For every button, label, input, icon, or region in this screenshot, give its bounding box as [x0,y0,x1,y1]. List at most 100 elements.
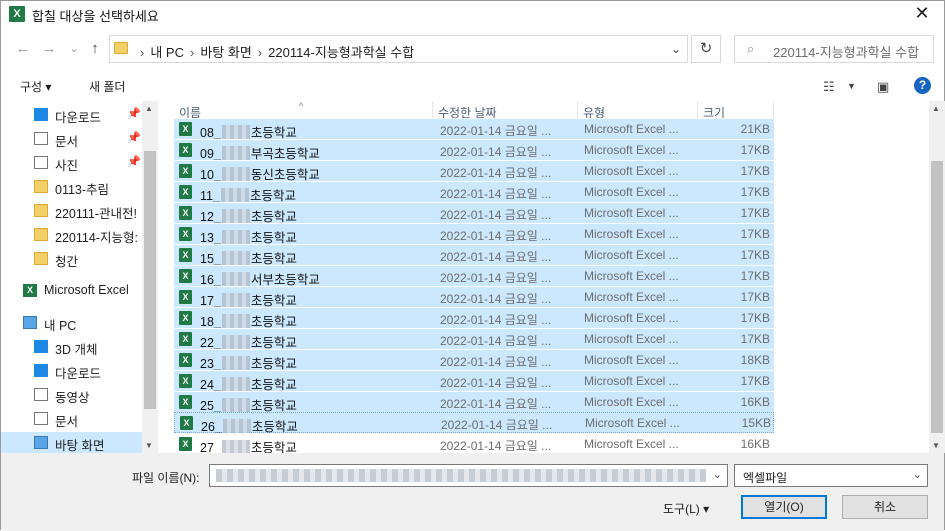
file-size: 17KB [740,185,770,199]
file-row[interactable]: X 22_ 초등학교 2022-01-14 금요일 ... Microsoft Exce… [174,328,774,350]
sidebar-item-label: Microsoft Excel [44,283,129,297]
folder-icon [34,228,48,241]
sidebar-item[interactable]: 내 PC [1,312,142,334]
file-name: 27_ 초등학교 [200,437,297,453]
folder-icon [34,252,48,265]
breadcrumb-desktop[interactable]: 바탕 화면 [200,45,251,60]
file-size: 17KB [740,269,770,283]
search-input[interactable]: 220114-지능형과학실 수합 [773,42,919,61]
new-folder-button[interactable]: 새 폴더 [89,78,125,95]
view-options-chevron-icon[interactable]: ▼ [847,81,856,91]
sidebar-item[interactable]: 220111-관내전! [1,200,142,222]
file-type: Microsoft Excel ... [584,374,679,388]
close-button[interactable]: ✕ [900,1,944,27]
file-row[interactable]: X 26_ 초등학교 2022-01-14 금요일 ... Microsoft Exce… [174,412,774,434]
file-name-suffix: 초등학교 [250,315,297,329]
file-row[interactable]: X 23_ 초등학교 2022-01-14 금요일 ... Microsoft Exce… [174,349,774,371]
file-name-suffix: 초등학교 [249,189,296,203]
file-type: Microsoft Excel ... [584,395,679,409]
sidebar-item[interactable]: 동영상 [1,384,142,406]
excel-file-icon: X [179,332,192,346]
up-arrow-icon[interactable]: ↑ [85,39,105,59]
tools-menu-button[interactable]: 도구(L) ▾ [663,500,709,517]
sidebar-item[interactable]: X Microsoft Excel [1,280,142,302]
refresh-button[interactable]: ↻ [691,35,721,63]
sidebar-item-label: 문서 [55,415,79,429]
file-name-prefix: 13_ [200,231,221,245]
file-row[interactable]: X 08_ 초등학교 2022-01-14 금요일 ... Microsoft Exce… [174,118,774,140]
file-size: 16KB [740,395,770,409]
file-type-select[interactable]: 엑셀파일 ⌄ [734,464,928,487]
cancel-button[interactable]: 취소 [842,495,928,519]
file-name-suffix: 초등학교 [250,378,297,392]
file-row[interactable]: X 18_ 초등학교 2022-01-14 금요일 ... Microsoft Exce… [174,307,774,329]
breadcrumb-my-pc[interactable]: 내 PC [150,45,184,60]
command-bar: 구성 ▾ 새 폴더 ☷ ▼ ▣ ? [1,71,944,101]
search-box[interactable]: ⌕ 220114-지능형과학실 수합 [734,35,934,63]
scrollbar-thumb[interactable] [931,161,943,433]
breadcrumb-current-folder[interactable]: 220114-지능형과학실 수합 [268,45,414,60]
redacted-text [221,167,250,181]
file-name-prefix: 10_ [200,168,221,182]
excel-file-icon: X [179,290,192,304]
navigation-pane-scrollbar[interactable]: ▲ ▼ [142,101,158,453]
file-name-suffix: 초등학교 [250,399,297,413]
help-icon[interactable]: ? [914,77,931,94]
file-row[interactable]: X 16_ 서부초등학교 2022-01-14 금요일 ... Microsoft Ex… [174,265,774,287]
organize-menu-button[interactable]: 구성 ▾ [20,78,51,95]
excel-file-icon: X [179,248,192,262]
file-row[interactable]: X 12_ 초등학교 2022-01-14 금요일 ... Microsoft Exce… [174,202,774,224]
folder-icon [114,42,128,54]
sidebar-item[interactable]: 다운로드 [1,360,142,382]
recent-locations-chevron-icon[interactable]: ⌄ [64,39,84,59]
sidebar-item[interactable]: 문서 [1,408,142,430]
sidebar-item[interactable]: 3D 개체 [1,336,142,358]
forward-arrow-icon[interactable]: → [39,39,59,59]
scrollbar-thumb[interactable] [144,151,156,409]
preview-pane-icon[interactable]: ▣ [877,79,889,95]
sidebar-item[interactable]: 바탕 화면 [1,432,142,453]
file-name-prefix: 12_ [200,210,221,224]
sidebar-item[interactable]: 220114-지능형: [1,224,142,246]
scroll-up-arrow-icon[interactable]: ▲ [932,104,940,113]
file-row[interactable]: X 25_ 초등학교 2022-01-14 금요일 ... Microsoft Exce… [174,391,774,413]
file-size: 17KB [740,164,770,178]
file-row[interactable]: X 15_ 초등학교 2022-01-14 금요일 ... Microsoft Exce… [174,244,774,266]
redacted-text [221,293,250,307]
back-arrow-icon[interactable]: ← [13,39,33,59]
change-view-icon[interactable]: ☷ [823,79,835,95]
file-row[interactable]: X 24_ 초등학교 2022-01-14 금요일 ... Microsoft Exce… [174,370,774,392]
sidebar-item[interactable]: 다운로드 📌 [1,104,142,126]
scroll-up-arrow-icon[interactable]: ▲ [145,104,153,113]
file-modified: 2022-01-14 금요일 ... [440,376,552,390]
excel-file-icon: X [179,353,192,367]
picture-icon [34,156,48,169]
scroll-down-arrow-icon[interactable]: ▼ [145,441,153,450]
sidebar-item[interactable]: 청간 [1,248,142,270]
file-list-scrollbar[interactable]: ▲ ▼ [929,101,945,453]
pin-icon: 📌 [127,156,141,168]
file-row[interactable]: X 11_ 초등학교 2022-01-14 금요일 ... Microsoft Exce… [174,181,774,203]
address-dropdown-chevron-icon[interactable]: ⌄ [671,42,681,56]
file-row[interactable]: X 09_ 부곡초등학교 2022-01-14 금요일 ... Microsoft Ex… [174,139,774,161]
file-modified: 2022-01-14 금요일 ... [440,292,552,306]
file-row[interactable]: X 13_ 초등학교 2022-01-14 금요일 ... Microsoft Exce… [174,223,774,245]
sidebar-item[interactable]: 0113-추림 [1,176,142,198]
file-type: Microsoft Excel ... [584,227,679,241]
file-row[interactable]: X 10_ 동신초등학교 2022-01-14 금요일 ... Microsoft Ex… [174,160,774,182]
scroll-down-arrow-icon[interactable]: ▼ [932,441,940,450]
filename-dropdown-chevron-icon[interactable]: ⌄ [713,468,722,481]
filename-input[interactable]: ⌄ [209,464,728,487]
address-bar[interactable]: › 내 PC › 바탕 화면 › 220114-지능형과학실 수합 ⌄ [109,35,688,63]
file-modified: 2022-01-14 금요일 ... [440,187,552,201]
file-name-prefix: 18_ [200,315,221,329]
file-size: 17KB [740,227,770,241]
excel-file-icon: X [179,227,192,241]
file-name-prefix: 15_ [200,252,221,266]
file-row[interactable]: X 17_ 초등학교 2022-01-14 금요일 ... Microsoft Exce… [174,286,774,308]
sidebar-item[interactable]: 사진 📌 [1,152,142,174]
sidebar-item[interactable]: 문서 📌 [1,128,142,150]
file-row[interactable]: X 27_ 초등학교 2022-01-14 금요일 ... Microsoft Exce… [174,433,774,453]
file-size: 16KB [740,437,770,451]
open-button[interactable]: 열기(O) [741,495,827,519]
